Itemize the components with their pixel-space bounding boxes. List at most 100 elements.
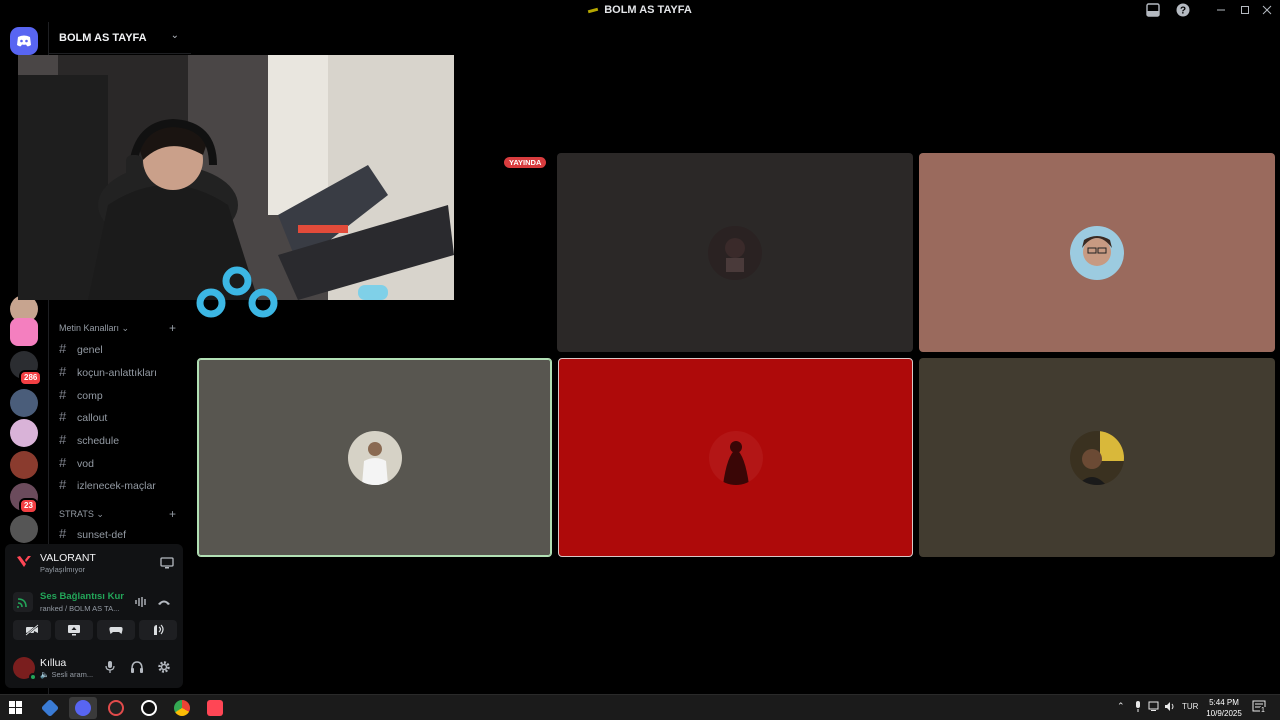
channel-item[interactable]: # sunset-def bbox=[59, 526, 126, 541]
add-channel-icon[interactable]: + bbox=[169, 321, 176, 335]
soundboard-button[interactable] bbox=[139, 620, 177, 640]
discord-home-icon[interactable] bbox=[10, 27, 38, 55]
channel-label: sunset-def bbox=[77, 529, 127, 541]
server-icon[interactable] bbox=[10, 419, 38, 447]
camera-off-button[interactable] bbox=[13, 620, 51, 640]
cloud9-logo bbox=[194, 264, 280, 327]
live-badge: YAYINDA bbox=[504, 157, 547, 168]
user-status-text: Sesli aram... bbox=[51, 670, 94, 679]
taskbar-valorant[interactable] bbox=[201, 697, 229, 719]
taskbar-chrome[interactable] bbox=[168, 697, 196, 719]
channel-item[interactable]: # callout bbox=[59, 409, 107, 424]
taskbar-discord[interactable] bbox=[69, 697, 97, 719]
category-text-channels[interactable]: Metin Kanalları ⌄ + bbox=[59, 321, 176, 335]
minimize-icon[interactable] bbox=[1213, 3, 1229, 19]
server-icon[interactable] bbox=[10, 318, 38, 346]
user-panel: VALORANT Paylaşılmıyor Ses Bağlantısı Ku… bbox=[5, 544, 183, 688]
voice-channel-name[interactable]: ranked / BOLM AS TA... bbox=[40, 604, 119, 613]
voice-connection-title[interactable]: Ses Bağlantısı Kur bbox=[40, 591, 124, 602]
channel-label: comp bbox=[77, 390, 103, 402]
channel-item[interactable]: # schedule bbox=[59, 432, 119, 447]
svg-text:?: ? bbox=[1180, 6, 1186, 17]
inbox-icon[interactable] bbox=[1145, 3, 1161, 19]
category-label: Metin Kanalları bbox=[59, 323, 120, 333]
channel-item[interactable]: # izlenecek-maçlar bbox=[59, 477, 156, 492]
microphone-tray-icon[interactable] bbox=[1134, 701, 1142, 715]
server-icon[interactable] bbox=[10, 451, 38, 479]
participant-tile[interactable] bbox=[558, 358, 913, 557]
app-icon bbox=[108, 700, 124, 716]
channel-label: genel bbox=[77, 344, 103, 356]
hash-icon: # bbox=[59, 477, 67, 492]
taskbar-app-4[interactable] bbox=[135, 697, 163, 719]
channel-label: callout bbox=[77, 412, 108, 424]
speaker-icon: 🔈 bbox=[40, 670, 50, 679]
taskbar: ⌃ TUR 5:44 PM 10/9/2025 1 bbox=[0, 694, 1280, 720]
hash-icon: # bbox=[59, 455, 67, 470]
avatar[interactable] bbox=[13, 657, 37, 681]
channel-item[interactable]: # koçun-anlattıkları bbox=[59, 364, 157, 379]
avatar bbox=[708, 225, 762, 280]
mention-badge: 286 bbox=[19, 370, 43, 386]
app-icon bbox=[40, 698, 60, 718]
channel-item[interactable]: # comp bbox=[59, 387, 103, 402]
chrome-icon bbox=[174, 700, 190, 716]
noise-suppression-icon[interactable] bbox=[134, 595, 148, 613]
notification-count: 1 bbox=[1260, 707, 1266, 714]
online-status-icon bbox=[29, 673, 37, 681]
microphone-icon[interactable] bbox=[102, 660, 118, 676]
hash-icon: # bbox=[59, 432, 67, 447]
valorant-icon bbox=[17, 555, 31, 573]
settings-gear-icon[interactable] bbox=[156, 660, 172, 676]
channel-label: koçun-anlattıkları bbox=[77, 367, 157, 379]
windows-start-icon[interactable] bbox=[9, 701, 22, 719]
hash-icon: # bbox=[59, 409, 67, 424]
channel-label: izlenecek-maçlar bbox=[77, 480, 156, 492]
clock-date: 10/9/2025 bbox=[1206, 709, 1242, 718]
help-icon[interactable]: ? bbox=[1175, 3, 1191, 19]
activity-button[interactable] bbox=[97, 620, 135, 640]
channel-label: vod bbox=[77, 458, 94, 470]
channel-item[interactable]: # genel bbox=[59, 341, 103, 356]
maximize-icon[interactable] bbox=[1237, 3, 1253, 19]
server-header[interactable]: BOLM AS TAYFA ⌄ bbox=[49, 22, 191, 54]
close-icon[interactable] bbox=[1259, 3, 1275, 19]
participant-tile-speaking[interactable] bbox=[197, 358, 552, 557]
clock[interactable]: 5:44 PM 10/9/2025 bbox=[1200, 697, 1248, 719]
screen-share-icon[interactable] bbox=[160, 556, 174, 574]
volume-icon[interactable] bbox=[1164, 701, 1176, 714]
valorant-icon bbox=[207, 700, 223, 716]
server-icon[interactable] bbox=[10, 515, 38, 543]
language-indicator[interactable]: TUR bbox=[1182, 702, 1198, 711]
user-status: 🔈 Sesli aram... bbox=[40, 670, 93, 679]
hash-icon: # bbox=[59, 364, 67, 379]
headphones-icon[interactable] bbox=[129, 660, 145, 676]
clock-time: 5:44 PM bbox=[1209, 698, 1239, 707]
category-label: STRATS bbox=[59, 509, 94, 519]
username[interactable]: Kıllua bbox=[40, 657, 66, 669]
chevron-down-icon: ⌄ bbox=[170, 30, 179, 41]
disconnect-icon[interactable] bbox=[157, 595, 171, 613]
network-icon[interactable] bbox=[1148, 701, 1161, 714]
connection-signal-icon[interactable] bbox=[13, 592, 33, 612]
channel-label: schedule bbox=[77, 435, 120, 447]
hash-icon: # bbox=[59, 387, 67, 402]
share-screen-button[interactable] bbox=[55, 620, 93, 640]
participant-tile[interactable] bbox=[919, 153, 1275, 352]
add-channel-icon[interactable]: + bbox=[169, 507, 176, 521]
server-name: BOLM AS TAYFA bbox=[59, 32, 147, 44]
window-title-wrap: BOLM AS TAYFA bbox=[0, 4, 1280, 16]
notification-icon[interactable]: 1 bbox=[1252, 700, 1266, 719]
chevron-up-icon[interactable]: ⌃ bbox=[1117, 701, 1125, 712]
participant-tile[interactable] bbox=[557, 153, 913, 352]
category-strats[interactable]: STRATS ⌄ + bbox=[59, 507, 176, 521]
channel-item[interactable]: # vod bbox=[59, 455, 94, 470]
activity-game: VALORANT bbox=[40, 552, 96, 564]
server-icon[interactable] bbox=[10, 389, 38, 417]
avatar bbox=[347, 430, 402, 485]
activity-status: Paylaşılmıyor bbox=[40, 565, 86, 574]
mention-badge: 23 bbox=[19, 498, 38, 514]
taskbar-app-3[interactable] bbox=[102, 697, 130, 719]
participant-tile[interactable] bbox=[919, 358, 1275, 557]
taskbar-app-1[interactable] bbox=[36, 697, 64, 719]
